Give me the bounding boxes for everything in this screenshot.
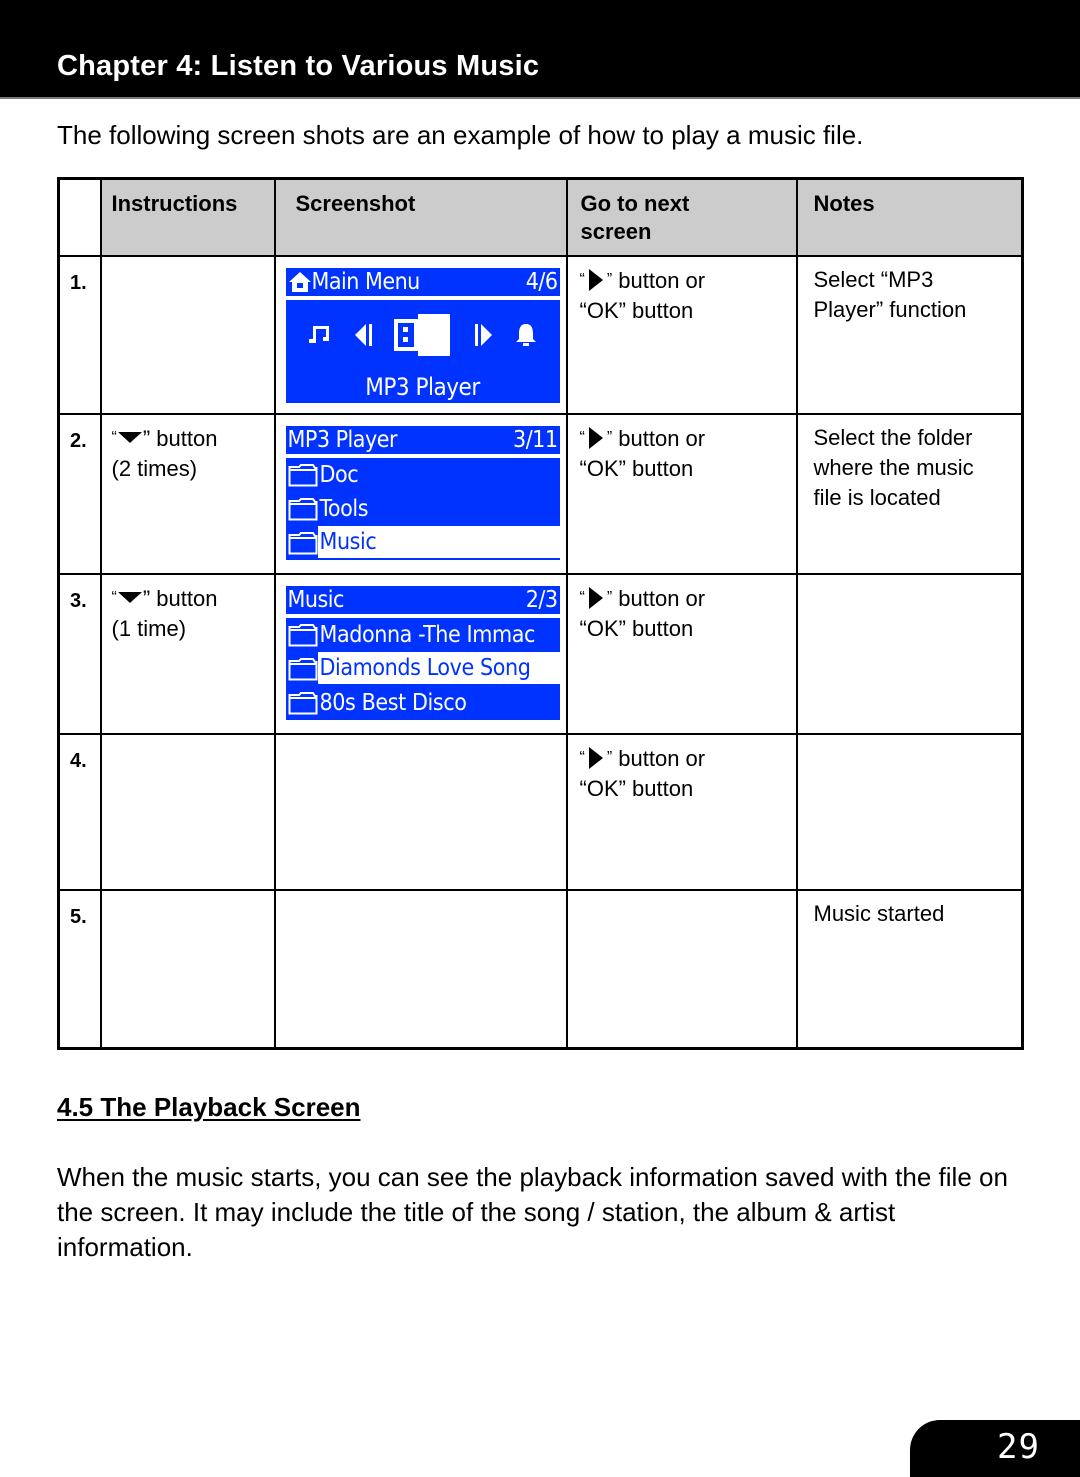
screenshot-cell: Main Menu 4/6 MP3 Player xyxy=(273,254,568,415)
next-arrow-icon xyxy=(475,323,493,346)
lcd-title-bar: Music 2/3 xyxy=(285,585,560,616)
column-header-number xyxy=(57,177,102,257)
chapter-header-bar: Chapter 4: Listen to Various Music xyxy=(0,0,1080,99)
instruction-cell xyxy=(99,888,276,1050)
page-number-tab: 29 xyxy=(910,1420,1080,1477)
column-header-screenshot: Screenshot xyxy=(273,177,568,257)
screenshot-cell: MP3 Player 3/11 Doc Tools Music xyxy=(273,412,568,575)
table-row: 1. Main Menu 4/6 MP3 Player “ ” button o… xyxy=(57,254,1024,415)
page-number: 29 xyxy=(997,1427,1040,1467)
instruction-cell xyxy=(99,254,276,415)
folder-icon xyxy=(288,657,317,680)
lcd-title-bar: MP3 Player 3/11 xyxy=(285,425,560,456)
table-row: 2. “” button (2 times) MP3 Player 3/11 D… xyxy=(57,412,1024,575)
table-row: 4. “” button or “OK” button xyxy=(57,732,1024,891)
next-screen-cell: “” button or “OK” button xyxy=(565,732,798,891)
notes-cell: Music started xyxy=(795,888,1024,1050)
right-triangle-icon xyxy=(588,268,603,291)
folder-icon xyxy=(288,463,317,486)
step-number-cell: 3. xyxy=(57,572,102,735)
lcd-folder-item: Tools xyxy=(285,491,560,526)
table-row: 5. Music started xyxy=(57,888,1024,1050)
music-note-icon xyxy=(309,325,330,343)
lcd-folder-item: Doc xyxy=(285,457,560,492)
step-number-cell: 2. xyxy=(57,412,102,575)
section-body: When the music starts, you can see the p… xyxy=(57,1162,1008,1262)
lcd-menu-body: MP3 Player xyxy=(285,299,560,403)
column-header-instructions: Instructions xyxy=(99,177,276,257)
lcd-title: Music xyxy=(287,586,345,613)
chapter-title: Chapter 4: Listen to Various Music xyxy=(57,50,540,82)
screenshot-cell xyxy=(273,732,568,891)
next-screen-cell: “” button or “OK” button xyxy=(565,254,798,415)
instruction-cell xyxy=(99,732,276,891)
lcd-function-label: MP3 Player xyxy=(365,372,480,401)
steps-table: Instructions Screenshot Go to next scree… xyxy=(57,177,1024,1050)
lcd-counter: 2/3 xyxy=(525,586,558,613)
folder-icon xyxy=(288,691,317,714)
notes-cell: Select the folder where the music file is … xyxy=(795,412,1024,575)
next-screen-cell: “” button or “OK” button xyxy=(565,412,798,575)
right-triangle-icon xyxy=(588,586,603,609)
lcd-main-menu: Main Menu 4/6 MP3 Player xyxy=(285,267,560,403)
right-triangle-icon xyxy=(588,426,603,449)
lcd-folder-item-selected: Music xyxy=(285,525,560,560)
lcd-counter: 4/6 xyxy=(525,268,558,295)
notes-cell xyxy=(795,732,1024,891)
lcd-folder-item: Madonna -The Immac xyxy=(285,617,560,652)
lcd-title: MP3 Player xyxy=(287,426,398,453)
home-icon xyxy=(288,271,311,292)
usb-drive-icon xyxy=(394,313,451,356)
lcd-counter: 3/11 xyxy=(513,426,558,453)
lcd-folder-list: Music 2/3 Madonna -The Immac Diamonds Lo… xyxy=(285,585,560,720)
table-row: 3. “” button (1 time) Music 2/3 Madonna … xyxy=(57,572,1024,735)
instruction-cell: “” button (2 times) xyxy=(99,412,276,575)
alarm-bell-icon xyxy=(515,323,536,346)
folder-icon xyxy=(288,531,317,554)
step-number-cell: 5. xyxy=(57,888,102,1050)
prev-arrow-icon xyxy=(354,323,372,346)
column-header-next: Go to next screen xyxy=(565,177,798,257)
notes-cell xyxy=(795,572,1024,735)
lcd-title: Main Menu xyxy=(311,268,421,295)
down-triangle-icon xyxy=(117,431,142,443)
intro-text: The following screen shots are an exampl… xyxy=(57,120,864,150)
table-header-row: Instructions Screenshot Go to next scree… xyxy=(57,177,1024,257)
lcd-folder-list: MP3 Player 3/11 Doc Tools Music xyxy=(285,425,560,560)
right-triangle-icon xyxy=(588,746,603,769)
screenshot-cell xyxy=(273,888,568,1050)
instruction-cell: “” button (1 time) xyxy=(99,572,276,735)
section-heading: 4.5 The Playback Screen xyxy=(57,1092,361,1122)
column-header-notes: Notes xyxy=(795,177,1024,257)
notes-cell: Select “MP3 Player” function xyxy=(795,254,1024,415)
step-number-cell: 1. xyxy=(57,254,102,415)
next-screen-cell xyxy=(565,888,798,1050)
next-screen-cell: “” button or “OK” button xyxy=(565,572,798,735)
screenshot-cell: Music 2/3 Madonna -The Immac Diamonds Lo… xyxy=(273,572,568,735)
folder-icon xyxy=(288,497,317,520)
lcd-folder-item: 80s Best Disco xyxy=(285,685,560,720)
step-number-cell: 4. xyxy=(57,732,102,891)
lcd-title-bar: Main Menu 4/6 xyxy=(285,267,560,298)
folder-icon xyxy=(288,623,317,646)
lcd-folder-item-selected: Diamonds Love Song xyxy=(285,651,560,686)
down-triangle-icon xyxy=(117,591,142,603)
